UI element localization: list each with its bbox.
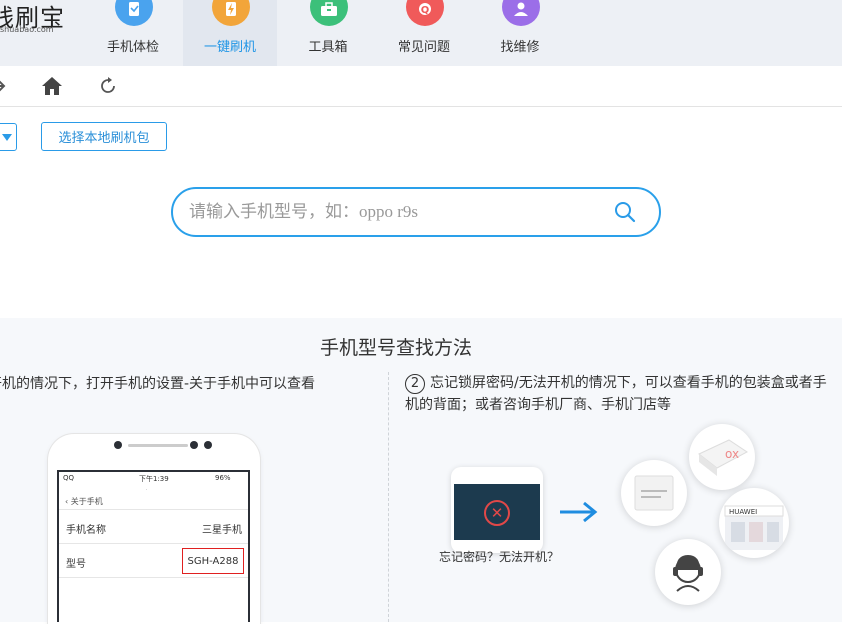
tab-toolbox[interactable]: 工具箱 xyxy=(281,0,375,66)
store-front-icon: HUAWEI xyxy=(724,505,784,550)
error-x-icon: ✕ xyxy=(484,500,510,526)
row-key: 手机名称 xyxy=(66,525,106,536)
phone-screen: QQ 下午1:39 96% 58pic.com ‹ 关于手机 手机名称 三星手机… xyxy=(57,470,250,622)
store-brand: HUAWEI xyxy=(729,508,757,516)
phone-status-bar: QQ 下午1:39 96% xyxy=(59,472,248,489)
search-icon[interactable] xyxy=(613,200,637,228)
phone-earpiece-icon xyxy=(114,441,212,449)
status-carrier: QQ xyxy=(63,474,75,482)
support-bubble xyxy=(655,539,721,605)
package-box-icon: ox xyxy=(698,439,748,476)
screen-nav-title: 关于手机 xyxy=(70,497,103,506)
status-battery: 96% xyxy=(215,474,231,482)
step-number: 2 xyxy=(405,374,425,394)
svg-text:Q: Q xyxy=(421,5,430,16)
arrow-right-icon xyxy=(558,498,600,530)
model-dropdown[interactable] xyxy=(0,123,17,151)
repair-person-icon xyxy=(502,0,540,26)
method-2: 2 忘记锁屏密码/无法开机的情况下，可以查看手机的包装盒或者手机的背面；或者咨询手… xyxy=(405,372,835,416)
toolbox-icon xyxy=(310,0,348,26)
store-bubble: HUAWEI xyxy=(719,488,789,558)
forward-arrow-icon[interactable] xyxy=(0,76,8,100)
screen-nav: ‹ 关于手机 xyxy=(59,491,248,510)
screen-row: 型号 SGH-A288 xyxy=(59,544,248,578)
refresh-icon[interactable] xyxy=(98,76,118,100)
phone-check-icon xyxy=(115,0,153,26)
browser-toolbar xyxy=(0,66,842,107)
lightning-phone-icon xyxy=(212,0,250,26)
tab-label: 找维修 xyxy=(500,40,540,55)
tab-find-repair[interactable]: 找维修 xyxy=(473,0,567,66)
chevron-down-icon xyxy=(2,134,12,141)
tab-label: 常见问题 xyxy=(397,40,450,55)
sticker-bubble xyxy=(621,460,687,526)
home-icon[interactable] xyxy=(41,76,63,100)
tab-phone-check[interactable]: 手机体检 xyxy=(86,0,180,66)
label-sticker-icon xyxy=(634,475,674,511)
headset-agent-icon xyxy=(673,555,703,592)
divider xyxy=(388,372,389,622)
search-input[interactable] xyxy=(189,201,589,223)
select-local-package-button[interactable]: 选择本地刷机包 xyxy=(41,122,167,151)
row-key: 型号 xyxy=(66,559,86,570)
help-title: 手机型号查找方法 xyxy=(319,337,472,359)
question-icon: Q xyxy=(406,0,444,26)
svg-text:ox: ox xyxy=(725,447,739,461)
method-1-text: 开机的情况下，打开手机的设置-关于手机中可以查看 xyxy=(0,376,316,392)
status-time: 下午1:39 xyxy=(139,475,169,483)
tab-label: 一键刷机 xyxy=(203,40,256,55)
top-header: 线刷宝 shuabao.com 手机体检 一键刷机 工具箱 Q 常见问题 找维修 xyxy=(0,0,842,66)
model-highlight: SGH-A288 xyxy=(182,548,244,574)
row-value: 三星手机 xyxy=(202,525,242,536)
screen-row: 手机名称 三星手机 xyxy=(59,510,248,544)
box-bubble: ox xyxy=(689,424,755,490)
logo-url: shuabao.com xyxy=(0,25,54,34)
tab-one-click-flash[interactable]: 一键刷机 xyxy=(183,0,277,66)
tab-label: 手机体检 xyxy=(106,40,159,55)
tab-faq[interactable]: Q 常见问题 xyxy=(377,0,471,66)
search-box[interactable] xyxy=(171,187,661,237)
tab-label: 工具箱 xyxy=(308,40,348,55)
locked-caption: 忘记密码？无法开机？ xyxy=(439,550,560,564)
method-2-text: 忘记锁屏密码/无法开机的情况下，可以查看手机的包装盒或者手机的背面；或者咨询手机… xyxy=(405,375,827,413)
